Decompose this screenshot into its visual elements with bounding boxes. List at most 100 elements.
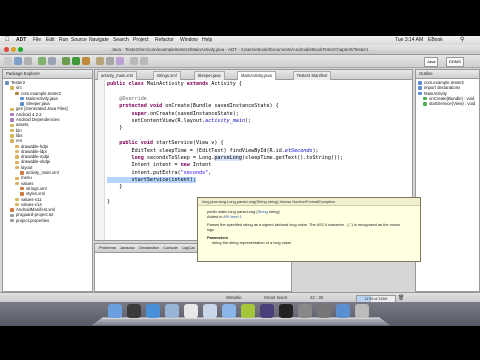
folder-icon bbox=[15, 181, 19, 186]
menu-window[interactable]: Window bbox=[180, 36, 198, 45]
spotlight-icon[interactable]: ⚲ bbox=[460, 36, 464, 45]
menu-navigate[interactable]: Navigate bbox=[89, 36, 109, 45]
code-token: secondsToSleep = Long. bbox=[146, 154, 215, 161]
window-title-bar: Java - Tester2/src/com/example/tester2/M… bbox=[0, 45, 480, 55]
apple-icon[interactable]:  bbox=[5, 36, 10, 45]
package-explorer: Package Explorer Tester2 src com.example.t… bbox=[2, 69, 93, 292]
code-token: activity_main bbox=[205, 117, 246, 124]
code-area[interactable]: public class MainActivity extends Activi… bbox=[107, 81, 343, 207]
bottom-tab[interactable]: Problems bbox=[99, 245, 116, 250]
editor-tab[interactable]: MainActivity.java bbox=[237, 71, 276, 80]
clock[interactable]: Tue 3:14 AM bbox=[395, 36, 423, 45]
menu-run[interactable]: Run bbox=[59, 36, 68, 45]
editor-tab[interactable]: Tester2 Manifest bbox=[292, 71, 332, 80]
android-icon[interactable] bbox=[241, 304, 255, 318]
open-type-icon[interactable] bbox=[106, 57, 114, 65]
menu-help[interactable]: Help bbox=[202, 36, 212, 45]
package-icon bbox=[15, 91, 19, 96]
javadoc-api-level-link[interactable]: API level 1 bbox=[223, 214, 242, 219]
heap-label: 117M of 315M bbox=[364, 297, 388, 301]
outline-title: Outline bbox=[416, 70, 479, 79]
preferences-icon[interactable] bbox=[298, 304, 312, 318]
menu-source[interactable]: Source bbox=[71, 36, 87, 45]
java-file-icon bbox=[20, 97, 24, 101]
new-icon[interactable] bbox=[4, 57, 12, 65]
code-token: super bbox=[107, 110, 147, 117]
code-token: ); bbox=[312, 147, 319, 154]
tree-item-label: libs bbox=[16, 132, 23, 138]
code-line: long secondsToSleep = Long.parseLong(sle… bbox=[107, 154, 343, 162]
class-icon bbox=[418, 81, 422, 85]
tree-item-label: drawable-xhdpi bbox=[21, 159, 51, 165]
tree-item-label: drawable-hdpi bbox=[21, 143, 48, 149]
mail-icon[interactable] bbox=[165, 304, 179, 318]
bottom-tab[interactable]: Javadoc bbox=[120, 245, 135, 250]
finder-icon[interactable] bbox=[108, 304, 122, 318]
search-icon[interactable] bbox=[116, 57, 124, 65]
run-icon[interactable] bbox=[72, 57, 80, 65]
code-token: parseLong bbox=[214, 154, 242, 161]
tree-item-label: bin bbox=[16, 127, 22, 133]
editor-tab[interactable]: Sleeper.java bbox=[193, 71, 225, 80]
editor-gutter bbox=[95, 80, 105, 240]
bottom-tab[interactable]: Declaration bbox=[139, 245, 159, 250]
code-token: , bbox=[208, 169, 212, 176]
avd-manager-icon[interactable] bbox=[48, 57, 56, 65]
safari-icon[interactable] bbox=[146, 304, 160, 318]
android-sdk-icon[interactable] bbox=[38, 57, 46, 65]
photo-icon[interactable] bbox=[222, 304, 236, 318]
new-class-icon[interactable] bbox=[96, 57, 104, 65]
app-menu[interactable]: ADT bbox=[16, 36, 26, 45]
forward-icon[interactable] bbox=[140, 57, 148, 65]
eclipse-icon[interactable] bbox=[260, 304, 274, 318]
user-name[interactable]: EBook bbox=[428, 36, 443, 45]
code-line: setContentView(R.layout.activity_main); bbox=[107, 118, 343, 125]
trash-icon[interactable] bbox=[355, 304, 369, 318]
code-token: .onCreate(savedInstanceState); bbox=[146, 110, 239, 117]
perspective-ddms[interactable]: DDMS bbox=[446, 57, 464, 67]
dock-shelf bbox=[91, 317, 391, 326]
menu-edit[interactable]: Edit bbox=[46, 36, 55, 45]
external-tools-icon[interactable] bbox=[82, 57, 90, 65]
folder-icon[interactable] bbox=[336, 304, 350, 318]
perspective-java[interactable]: Java bbox=[424, 57, 439, 67]
code-line: protected void onCreate(Bundle savedInst… bbox=[107, 103, 343, 110]
code-token: Activity { bbox=[211, 81, 242, 87]
settings-icon[interactable] bbox=[317, 304, 331, 318]
code-line: startService(intent); bbox=[107, 177, 343, 184]
terminal-icon[interactable] bbox=[279, 304, 293, 318]
outline-item-label: com.example.tester2 bbox=[424, 80, 464, 85]
save-icon[interactable] bbox=[14, 57, 22, 65]
menu-search[interactable]: Search bbox=[113, 36, 129, 45]
editor-tab[interactable]: activity_main.xml bbox=[97, 71, 137, 80]
menu-file[interactable]: File bbox=[33, 36, 41, 45]
tree-item-label: values bbox=[21, 180, 34, 186]
package-tree: Tester2 src com.example.tester2 MainActivit… bbox=[3, 79, 92, 223]
menu-refactor[interactable]: Refactor bbox=[155, 36, 174, 45]
bottom-tab[interactable]: LogCat bbox=[182, 245, 195, 250]
editor-tab[interactable]: strings.xml bbox=[152, 71, 181, 80]
tree-item-label: Sleeper.java bbox=[26, 101, 50, 107]
javadoc-decl-suffix: string) bbox=[267, 209, 280, 214]
code-token: extends bbox=[186, 81, 212, 87]
tree-item-label: AndroidManifest.xml bbox=[16, 207, 55, 213]
dashboard-icon[interactable] bbox=[127, 304, 141, 318]
print-icon[interactable] bbox=[24, 57, 32, 65]
class-icon bbox=[418, 86, 422, 90]
tree-item-label: proguard-project.txt bbox=[16, 212, 54, 218]
javadoc-string-link[interactable]: String bbox=[258, 209, 268, 214]
bottom-tab[interactable]: Console bbox=[163, 245, 178, 250]
calendar-icon[interactable] bbox=[184, 304, 198, 318]
outline-item[interactable]: startService(View) : void bbox=[416, 101, 479, 106]
menu-project[interactable]: Project bbox=[133, 36, 149, 45]
back-icon[interactable] bbox=[130, 57, 138, 65]
code-token: EditText sleepTime = (EditText) findView… bbox=[107, 147, 285, 154]
javadoc-api-level: Added in API level 1 bbox=[198, 214, 420, 219]
itunes-icon[interactable] bbox=[203, 304, 217, 318]
folder-icon bbox=[15, 165, 19, 170]
tree-item[interactable]: project.properties bbox=[3, 218, 92, 223]
tree-item-label: project.properties bbox=[16, 217, 50, 223]
debug-icon[interactable] bbox=[62, 57, 70, 65]
class-icon bbox=[418, 91, 422, 96]
